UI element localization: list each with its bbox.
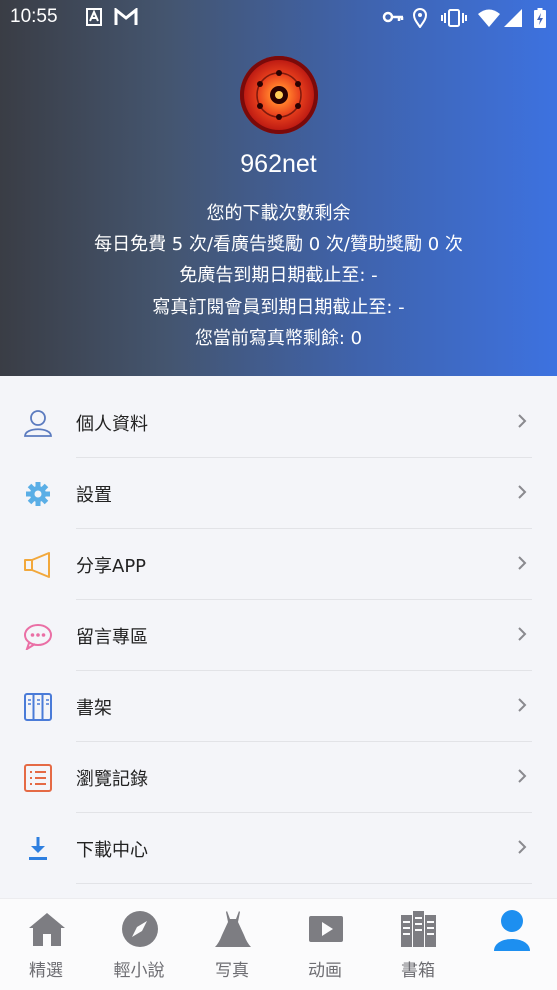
play-icon [306, 909, 346, 949]
menu-item-share-app[interactable]: 分享APP [0, 529, 557, 600]
menu-item-label: 設置 [76, 485, 112, 506]
books-icon [399, 909, 439, 949]
avatar[interactable] [240, 56, 318, 134]
tab-label: 精選 [29, 961, 63, 981]
chevron-right-icon [517, 413, 527, 429]
home-icon [27, 909, 67, 949]
menu-item-label: 留言專區 [76, 627, 148, 648]
gmail-icon [114, 6, 138, 30]
status-bar: 10:55 [0, 0, 557, 36]
chevron-right-icon [517, 626, 527, 642]
tab-books[interactable]: 書箱 [372, 899, 464, 990]
bottom-tab-bar: 精選 輕小說 写真 动画 書箱 [0, 898, 557, 990]
vibrate-icon [440, 8, 468, 32]
profile-icon [492, 909, 532, 951]
menu-item-settings[interactable]: 設置 [0, 458, 557, 529]
megaphone-icon [22, 551, 54, 579]
menu-item-profile[interactable]: 個人資料 [0, 387, 557, 458]
tab-featured[interactable]: 精選 [0, 899, 92, 990]
tab-label: 書箱 [401, 961, 435, 981]
menu-item-message-board[interactable]: 留言專區 [0, 600, 557, 671]
menu-item-download-center[interactable]: 下載中心 [0, 813, 557, 884]
chevron-right-icon [517, 555, 527, 571]
status-time: 10:55 [10, 6, 58, 27]
wifi-icon [477, 8, 501, 32]
menu-item-history[interactable]: 瀏覽記錄 [0, 742, 557, 813]
tab-anime[interactable]: 动画 [279, 899, 371, 990]
signal-icon [503, 8, 523, 32]
ad-free-expiry-text: 免廣告到期日期截止至: - [179, 265, 378, 286]
tab-light-novel[interactable]: 輕小說 [93, 899, 185, 990]
menu-item-bookshelf[interactable]: 書架 [0, 671, 557, 742]
tab-profile[interactable] [465, 899, 557, 990]
chevron-right-icon [517, 697, 527, 713]
photo-membership-expiry-text: 寫真訂閱會員到期日期截止至: - [152, 297, 405, 318]
user-icon [22, 409, 54, 437]
chevron-right-icon [517, 484, 527, 500]
menu-item-label: 個人資料 [76, 414, 148, 435]
menu-item-label: 書架 [76, 698, 112, 719]
tab-photos[interactable]: 写真 [186, 899, 278, 990]
chat-bubble-icon [22, 622, 54, 652]
photo-coin-balance-text: 您當前寫真幣剩餘: 0 [194, 328, 363, 349]
compass-icon [120, 909, 160, 949]
location-icon [412, 8, 428, 32]
gear-icon [22, 480, 54, 508]
daily-quota-text: 每日免費 5 次/看廣告獎勵 0 次/贊助獎勵 0 次 [94, 234, 463, 255]
bookshelf-icon [22, 693, 54, 721]
profile-header: 10:55 962net 您的下載次數剩余 每日免費 5 次/看廣告獎勵 0 次… [0, 0, 557, 376]
a-keyboard-icon [86, 8, 102, 30]
chevron-right-icon [517, 768, 527, 784]
tab-label: 动画 [308, 961, 342, 981]
download-icon [22, 835, 54, 863]
battery-icon [534, 8, 546, 32]
menu-item-label: 下載中心 [76, 840, 148, 861]
dress-icon [213, 909, 253, 949]
divider [76, 883, 532, 884]
username: 962net [240, 150, 317, 178]
tab-label: 写真 [215, 961, 249, 981]
settings-menu: 個人資料 設置 分享APP 留言專區 書架 瀏覽記錄 下載中心 [0, 387, 557, 884]
tab-label: 輕小說 [113, 961, 165, 981]
chevron-right-icon [517, 839, 527, 855]
menu-item-label: 瀏覽記錄 [76, 769, 148, 790]
key-icon [382, 8, 404, 30]
menu-item-label: 分享APP [76, 556, 147, 577]
download-count-title: 您的下載次數剩余 [206, 203, 351, 224]
history-list-icon [22, 764, 54, 792]
